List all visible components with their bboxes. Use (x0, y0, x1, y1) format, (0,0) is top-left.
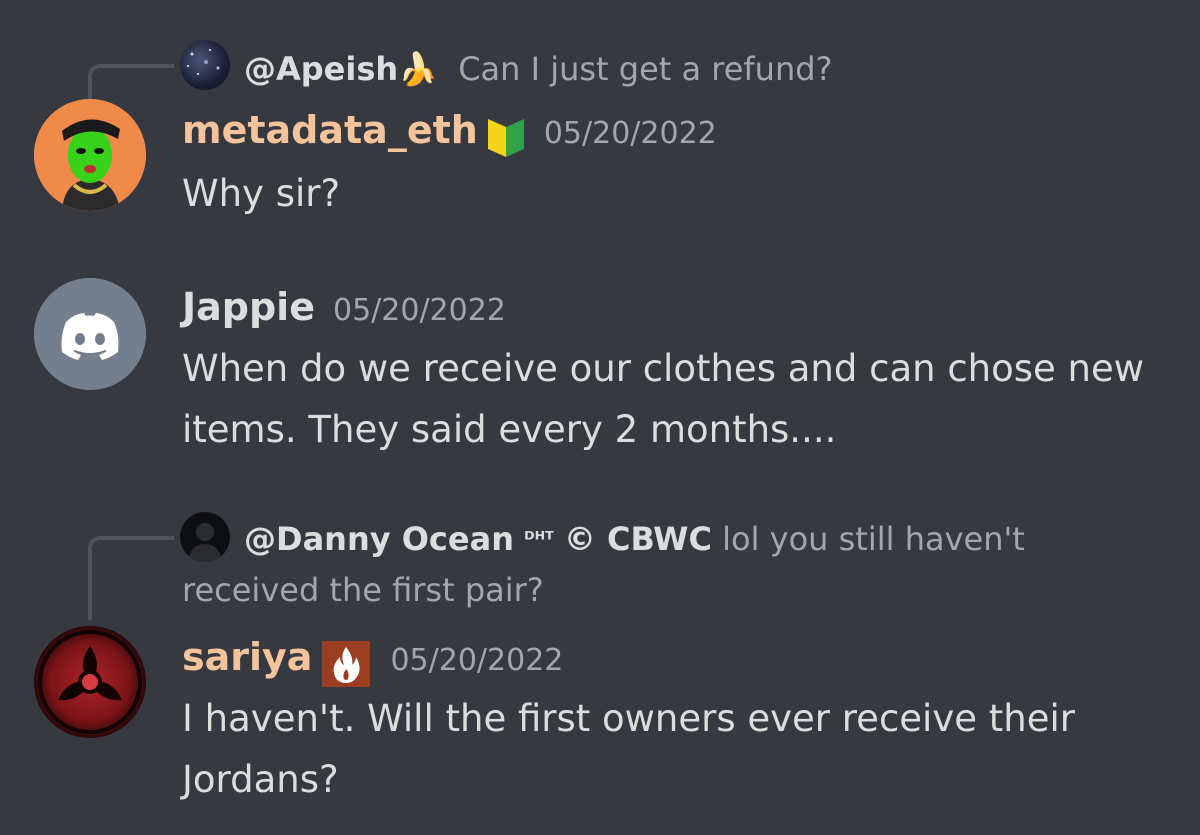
timestamp: 05/20/2022 (332, 293, 506, 328)
avatar-metadata-eth[interactable] (34, 99, 146, 211)
discord-logo-icon (34, 278, 146, 390)
reply-message-text: lol you still haven't (722, 520, 1025, 558)
timestamp: 05/20/2022 (543, 116, 717, 151)
username[interactable]: Jappie (182, 285, 315, 329)
reply-avatar-apeish[interactable] (180, 40, 230, 90)
reply-connector (88, 536, 174, 620)
reply-author-suffix: © CBWC (563, 520, 712, 558)
message-line: When do we receive our clothes and can c… (182, 347, 1145, 390)
silhouette-icon (188, 523, 222, 562)
reply-avatar-danny-ocean[interactable] (180, 512, 230, 562)
message-content: When do we receive our clothes and can c… (182, 338, 1182, 460)
fire-badge-icon (320, 639, 372, 693)
avatar-jappie[interactable] (34, 278, 146, 390)
starfield-icon (187, 49, 220, 75)
reply-preview[interactable]: @Apeish🍌 Can I just get a refund? (244, 44, 833, 94)
avatar-image (34, 99, 146, 211)
message-header: Jappie 05/20/2022 (182, 285, 506, 329)
username[interactable]: sariya (182, 635, 312, 679)
reply-message-text: Can I just get a refund? (458, 50, 833, 88)
reply-preview[interactable]: @Danny Ocean ᴰᴴᵀ © CBWC lol you still ha… (244, 514, 1025, 564)
message-line: Jordans? (182, 758, 339, 801)
reply-author[interactable]: @Apeish (244, 50, 398, 88)
timestamp: 05/20/2022 (390, 643, 564, 678)
reply-preview-continued: received the first pair? (182, 565, 544, 615)
message-line: items. They said every 2 months.... (182, 408, 837, 451)
message-content: I haven't. Will the first owners ever re… (182, 688, 1182, 810)
beginner-badge-icon (486, 115, 526, 163)
username[interactable]: metadata_eth (182, 108, 478, 152)
message-content: Why sir? (182, 163, 1182, 224)
reply-author[interactable]: @Danny Ocean (244, 520, 514, 558)
sharingan-icon (34, 626, 146, 738)
reply-message-text-line2: received the first pair? (182, 571, 544, 609)
banana-emoji: 🍌 (398, 50, 439, 88)
message-line: I haven't. Will the first owners ever re… (182, 697, 1075, 740)
reply-author-tag: ᴰᴴᵀ (524, 527, 554, 551)
avatar-sariya[interactable] (34, 626, 146, 738)
message-line: Why sir? (182, 172, 341, 215)
message-header: sariya 05/20/2022 (182, 635, 563, 693)
message-header: metadata_eth 05/20/2022 (182, 108, 717, 163)
